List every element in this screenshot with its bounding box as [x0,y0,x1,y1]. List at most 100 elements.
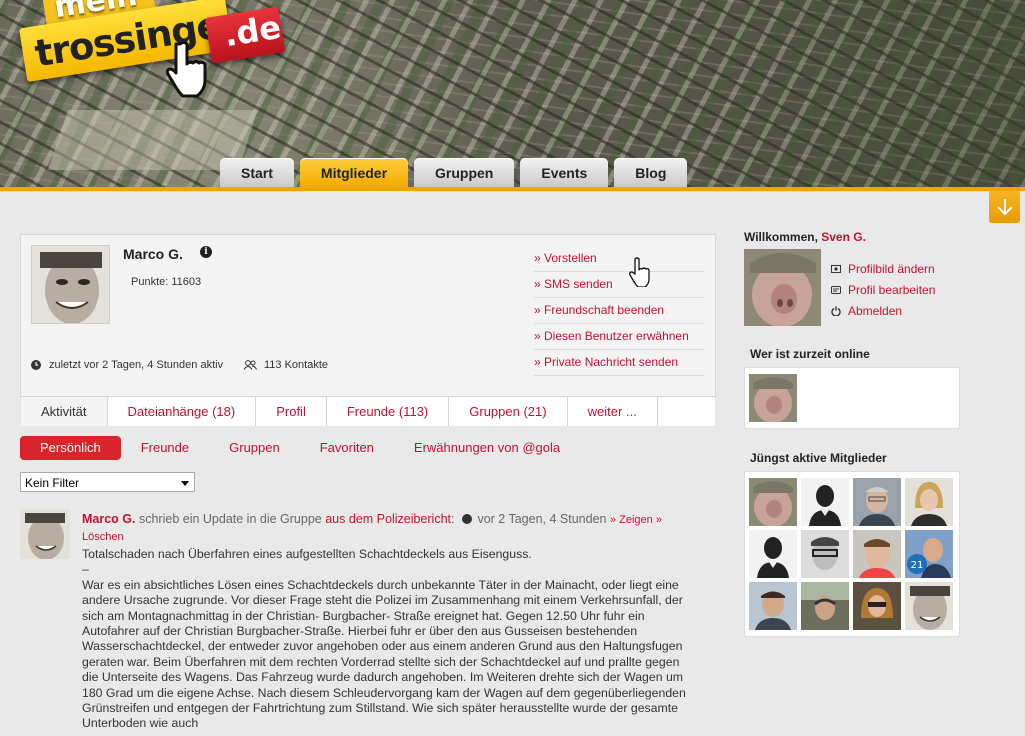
user-menu: Profilbild ändern Profil bearbeiten Abme… [831,258,935,321]
nav-tab-start[interactable]: Start [220,158,294,188]
tab-dateianhaenge[interactable]: Dateianhänge (18) [108,397,257,426]
member-photo [853,478,901,526]
nav-tab-blog[interactable]: Blog [614,158,688,188]
activity-filter-select[interactable]: Kein Filter [20,472,195,492]
recent-member-avatar[interactable] [853,478,901,526]
nav-tab-gruppen[interactable]: Gruppen [414,158,515,188]
filter-value: Kein Filter [25,476,80,490]
activity-dash: – [82,562,89,577]
profile-avatar[interactable] [31,245,110,324]
contacts-text: 113 Kontakte [264,359,329,371]
tab-gruppen[interactable]: Gruppen (21) [449,397,568,426]
activity-title: Totalschaden nach Überfahren eines aufge… [82,547,532,561]
activity-subnav: Persönlich Freunde Gruppen Favoriten Erw… [20,436,580,460]
recent-member-avatar[interactable] [853,530,901,578]
action-private-nachricht[interactable]: » Private Nachricht senden [534,351,704,376]
action-benutzer-erwaehnen[interactable]: » Diesen Benutzer erwähnen [534,325,704,350]
recent-member-avatar[interactable] [801,582,849,630]
hand-pointer-icon [629,257,650,287]
profile-photo [32,246,109,323]
member-photo [905,582,953,630]
activity-body: War es ein absichtliches Lösen eines Sch… [82,577,686,731]
activity-photo [20,509,70,559]
tab-profil[interactable]: Profil [256,397,327,426]
member-photo [749,478,797,526]
subnav-erwaehnungen[interactable]: Erwähnungen von @gola [394,436,580,460]
recent-member-avatar[interactable]: 21 [905,530,953,578]
tab-weiter[interactable]: weiter ... [568,397,658,426]
current-user-photo [744,249,821,326]
subnav-persoenlich[interactable]: Persönlich [20,436,121,460]
profile-tabs: Aktivität Dateianhänge (18) Profil Freun… [21,396,715,426]
activity-author[interactable]: Marco G. [82,512,136,526]
subnav-favoriten[interactable]: Favoriten [300,436,394,460]
recent-member-avatar[interactable] [853,582,901,630]
recent-title: Jüngst aktive Mitglieder [750,451,887,465]
recent-member-avatar[interactable] [905,478,953,526]
subnav-freunde[interactable]: Freunde [121,436,209,460]
link-profilbild-aendern[interactable]: Profilbild ändern [831,258,935,279]
site-logo[interactable]: mein trossingen .de [18,0,298,98]
action-vorstellen[interactable]: » Vorstellen [534,247,704,272]
profile-name: Marco G. [123,246,183,262]
recent-member-avatar[interactable] [749,582,797,630]
header-divider [0,187,1025,191]
online-member-avatar[interactable] [749,374,797,422]
link-profil-bearbeiten-label: Profil bearbeiten [848,282,936,297]
link-abmelden[interactable]: Abmelden [831,300,935,321]
online-title: Wer ist zurzeit online [750,347,870,361]
profile-actions: » Vorstellen » SMS senden » Freundschaft… [534,247,704,377]
last-active: zuletzt vor 2 Tagen, 4 Stunden aktiv [31,359,223,371]
info-icon[interactable]: i [200,246,212,258]
activity-group-link[interactable]: aus dem Polizeibericht [325,512,451,526]
recent-member-avatar[interactable] [749,530,797,578]
member-photo [905,478,953,526]
recent-member-avatar[interactable] [905,582,953,630]
action-freundschaft-beenden[interactable]: » Freundschaft beenden [534,299,704,324]
aerial-shade [645,0,1025,188]
female-silhouette-icon [801,478,849,526]
power-icon [831,306,841,316]
nav-tab-events[interactable]: Events [520,158,609,188]
link-profil-bearbeiten[interactable]: Profil bearbeiten [831,279,935,300]
scroll-down-button[interactable] [989,191,1020,223]
online-members-box [744,367,960,429]
activity-verb: schrieb ein Update in die Gruppe [138,512,322,526]
clock-icon [31,360,41,370]
member-photo [853,530,901,578]
current-user-avatar[interactable] [744,249,821,326]
subnav-gruppen[interactable]: Gruppen [209,436,300,460]
activity-avatar[interactable] [20,509,70,559]
contacts-count[interactable]: 113 Kontakte [243,359,328,371]
welcome-label: Willkommen, [744,230,818,244]
current-user-link[interactable]: Sven G. [821,230,866,244]
nav-tab-mitglieder[interactable]: Mitglieder [299,158,409,188]
recent-members-box: 21 [744,471,960,637]
chevron-down-icon [181,481,189,486]
clock-icon [461,514,472,524]
svg-text:21: 21 [911,560,924,571]
main-nav: Start Mitglieder Gruppen Events Blog [220,158,688,188]
profile-header: Marco G. i Punkte: 11603 zuletzt vor 2 T… [20,234,716,426]
profile-points: Punkte: 11603 [131,276,202,288]
recent-member-avatar[interactable] [801,530,849,578]
arrow-down-icon [996,199,1013,216]
member-photo: 21 [905,530,953,578]
activity-time: vor 2 Tagen, 4 Stunden [477,512,607,526]
hand-cursor-icon [166,41,207,98]
member-photo [853,582,901,630]
member-photo [801,582,849,630]
member-photo [801,530,849,578]
recent-member-avatar[interactable] [749,478,797,526]
activity-delete-link[interactable]: Löschen [82,531,124,543]
recent-member-avatar[interactable] [801,478,849,526]
link-profilbild-label: Profilbild ändern [848,261,935,276]
activity-header: Marco G. schrieb ein Update in die Grupp… [82,512,662,543]
last-active-text: zuletzt vor 2 Tagen, 4 Stunden aktiv [49,359,224,371]
activity-show-link[interactable]: » Zeigen » [610,514,662,526]
tab-freunde[interactable]: Freunde (113) [327,397,450,426]
tab-aktivitaet[interactable]: Aktivität [21,397,108,426]
header-banner: mein trossingen .de Start Mitglieder Gru… [0,0,1025,188]
action-sms-senden[interactable]: » SMS senden [534,273,704,298]
contacts-icon [243,360,257,370]
